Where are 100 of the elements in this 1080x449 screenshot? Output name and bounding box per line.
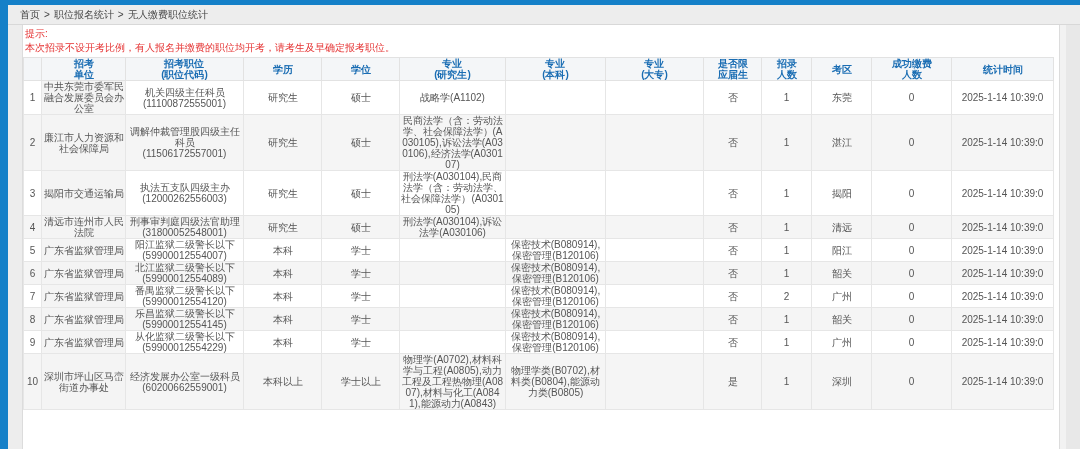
table-cell: 番禺监狱二级警长以下 (59900012554120): [125, 284, 244, 308]
table-cell: 物理学类(B0702),材料类(B0804),能源动力类(B0805): [505, 353, 606, 410]
table-cell: 2025-1-14 10:39:0: [951, 353, 1054, 410]
table-cell: 2025-1-14 10:39:0: [951, 307, 1054, 331]
table-cell: 是: [703, 353, 762, 410]
table-cell: 2025-1-14 10:39:0: [951, 215, 1054, 239]
table-cell: 2025-1-14 10:39:0: [951, 330, 1054, 354]
table-cell: 2025-1-14 10:39:0: [951, 238, 1054, 262]
table-cell: 经济发展办公室一级科员 (60200662559001): [125, 353, 244, 410]
table-cell: 否: [703, 114, 762, 171]
column-header: 招考职位 (职位代码): [161, 58, 208, 80]
table-cell: 1: [761, 238, 812, 262]
table-cell: 揭阳: [811, 170, 872, 216]
table-cell: 揭阳市交通运输局: [41, 170, 126, 216]
table-cell: 刑法学(A030104),民商法学（含：劳动法学、社会保障法学）(A030105): [399, 170, 506, 216]
table-cell: 阳江监狱二级警长以下 (59900012554007): [125, 238, 244, 262]
table-cell: 韶关: [811, 261, 872, 285]
row-number: 4: [23, 215, 42, 239]
table-cell: 本科: [243, 330, 322, 354]
table-cell: 0: [871, 215, 952, 239]
row-number: 9: [23, 330, 42, 354]
breadcrumb-separator: >: [44, 8, 50, 22]
column-header: 统计时间: [982, 63, 1023, 75]
table-cell: 学士: [321, 261, 400, 285]
notice-title: 提示:: [25, 27, 49, 41]
column-header: 专业 (大专): [641, 58, 668, 80]
column-header: 考区: [831, 63, 852, 75]
breadcrumb-link[interactable]: 首页: [20, 7, 40, 22]
table-cell: 保密技术(B080914),保密管理(B120106): [505, 238, 606, 262]
table-cell: 1: [761, 114, 812, 171]
table-cell: 否: [703, 330, 762, 354]
table-cell: 本科: [243, 238, 322, 262]
table-cell: 本科: [243, 307, 322, 331]
table-cell: 本科: [243, 284, 322, 308]
table-cell: 否: [703, 284, 762, 308]
column-header: 招考单位: [73, 58, 94, 80]
table-cell: 湛江: [811, 114, 872, 171]
table-cell: 否: [703, 238, 762, 262]
row-number: 10: [23, 353, 42, 410]
table-cell: 学士: [321, 238, 400, 262]
table-cell: 广州: [811, 330, 872, 354]
breadcrumb-link[interactable]: 职位报名统计: [53, 7, 114, 22]
table-cell: 否: [703, 307, 762, 331]
table-cell: 阳江: [811, 238, 872, 262]
table-cell: 本科: [243, 261, 322, 285]
table-cell: 广州: [811, 284, 872, 308]
table-cell: 机关四级主任科员 (11100872555001): [125, 80, 244, 115]
table-cell: 研究生: [243, 170, 322, 216]
table-cell: 0: [871, 353, 952, 410]
table-cell: 学士: [321, 307, 400, 331]
row-number: 6: [23, 261, 42, 285]
table-cell: 中共东莞市委军民融合发展委员会办公室: [41, 80, 126, 115]
table-cell: 战略学(A1102): [399, 80, 506, 115]
column-header: 是否限应届生: [717, 58, 748, 80]
column-header: 专业 (研究生): [434, 58, 471, 80]
table-cell: 硕士: [321, 170, 400, 216]
table-cell: 保密技术(B080914),保密管理(B120106): [505, 330, 606, 354]
table-cell: 学士: [321, 284, 400, 308]
row-number: 8: [23, 307, 42, 331]
table-cell: 2025-1-14 10:39:0: [951, 284, 1054, 308]
breadcrumb-link[interactable]: 无人缴费职位统计: [127, 7, 208, 22]
scrollbar[interactable]: [1066, 25, 1080, 449]
table-cell: 1: [761, 307, 812, 331]
table-cell: 1: [761, 261, 812, 285]
table-cell: 从化监狱二级警长以下 (59900012554229): [125, 330, 244, 354]
table-cell: 硕士: [321, 215, 400, 239]
table-cell: 深圳市坪山区马峦街道办事处: [41, 353, 126, 410]
column-header: 专业 (本科): [542, 58, 569, 80]
table-cell: 研究生: [243, 215, 322, 239]
table-cell: 2: [761, 284, 812, 308]
table-cell: 0: [871, 307, 952, 331]
table-cell: 刑事审判庭四级法官助理 (31800052548001): [125, 215, 244, 239]
table-cell: 北江监狱二级警长以下 (59900012554089): [125, 261, 244, 285]
table-cell: 1: [761, 353, 812, 410]
table-cell: 0: [871, 261, 952, 285]
table-cell: 民商法学（含：劳动法学、社会保障法学）(A030105),诉讼法学(A030106),经济法学(A030107): [399, 114, 506, 171]
breadcrumb-separator: >: [117, 8, 124, 22]
table-cell: 研究生: [243, 80, 322, 115]
table-cell: 否: [703, 261, 762, 285]
table-cell: 0: [871, 330, 952, 354]
table-cell: 保密技术(B080914),保密管理(B120106): [505, 284, 606, 308]
table-cell: 执法五支队四级主办 (12000262556003): [125, 170, 244, 216]
table-cell: 乐昌监狱二级警长以下 (59900012554145): [125, 307, 244, 331]
table-cell: 廉江市人力资源和社会保障局: [41, 114, 126, 171]
row-number: 5: [23, 238, 42, 262]
table-cell: 否: [703, 80, 762, 115]
table-cell: 0: [871, 238, 952, 262]
row-number: 7: [23, 284, 42, 308]
table-cell: 硕士: [321, 114, 400, 171]
table-cell: 韶关: [811, 307, 872, 331]
table-cell: 0: [871, 284, 952, 308]
table-cell: 保密技术(B080914),保密管理(B120106): [505, 307, 606, 331]
column-header: 招录人数: [776, 58, 797, 80]
table-cell: 2025-1-14 10:39:0: [951, 261, 1054, 285]
table-cell: 0: [871, 80, 952, 115]
table-cell: 1: [761, 215, 812, 239]
table-cell: 研究生: [243, 114, 322, 171]
table-cell: 清远: [811, 215, 872, 239]
table-cell: 1: [761, 170, 812, 216]
table-cell: 2025-1-14 10:39:0: [951, 170, 1054, 216]
